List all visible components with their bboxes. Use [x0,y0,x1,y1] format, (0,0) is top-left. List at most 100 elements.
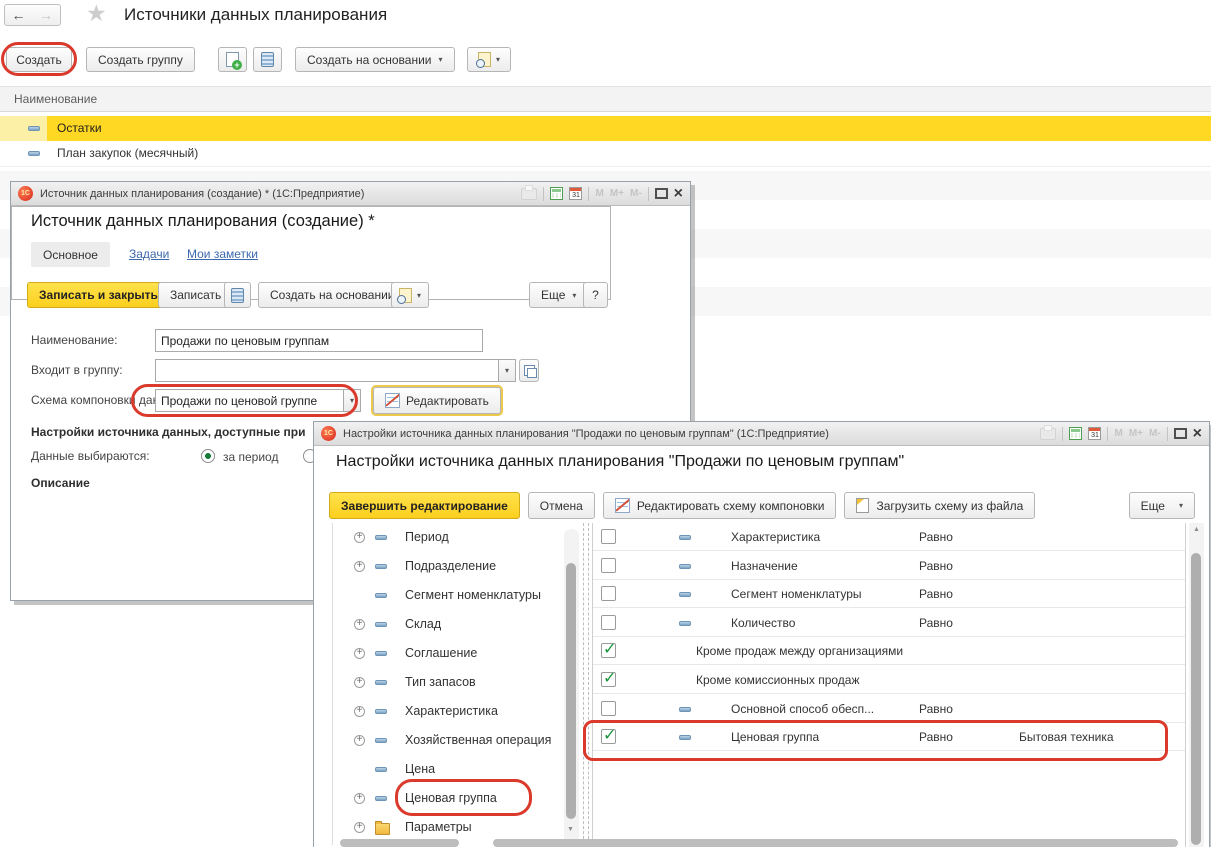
expand-icon[interactable]: + [354,706,365,717]
more-button[interactable]: Еще ▾ [1129,492,1195,519]
condition-row[interactable]: Сегмент номенклатуры Равно [593,580,1185,608]
expand-icon[interactable]: + [354,793,365,804]
group-dropdown-button[interactable]: ▾ [499,359,516,382]
checkbox-unchecked[interactable] [601,701,616,716]
tab-notes[interactable]: Мои заметки [187,247,258,261]
memory-m-plus-button[interactable]: M+ [610,188,624,199]
memory-m-minus-button[interactable]: M- [1149,428,1161,439]
print-icon[interactable] [1040,428,1056,440]
tree-vertical-scrollbar[interactable] [564,529,579,846]
copy-item-button[interactable] [218,47,247,72]
save-button[interactable]: Записать [158,282,233,308]
tree-item-label: Подразделение [405,559,496,573]
tree-item[interactable]: Сегмент номенклатуры [333,581,565,610]
condition-row[interactable]: Количество Равно [593,609,1185,637]
schema-input[interactable] [155,389,344,412]
scrollbar-thumb[interactable] [1191,553,1201,845]
create-based-on-button[interactable]: Создать на основании ▾ [295,47,455,72]
edit-schema-label: Редактировать [406,394,489,408]
tree-item[interactable]: +Соглашение [333,639,565,668]
memory-m-plus-button[interactable]: M+ [1129,428,1143,439]
radio-period[interactable] [201,449,215,463]
expand-icon[interactable]: + [354,619,365,630]
close-icon[interactable]: × [1193,427,1202,441]
checkbox-checked[interactable]: ✓ [601,729,616,744]
tree-item-parameters[interactable]: +Параметры [333,813,565,842]
condition-row[interactable]: ✓ Кроме продаж между организациями [593,637,1185,665]
checkbox-unchecked[interactable] [601,529,616,544]
print-icon[interactable] [521,188,537,200]
group-input[interactable] [155,359,499,382]
cancel-button[interactable]: Отмена [528,492,595,519]
memory-m-button[interactable]: M [1114,428,1122,439]
condition-row[interactable]: Основной способ обесп... Равно [593,695,1185,723]
checkbox-checked[interactable]: ✓ [601,643,616,658]
condition-row[interactable]: ✓ Кроме комиссионных продаж [593,666,1185,694]
dialog2-titlebar[interactable]: 1С Настройки источника данных планирован… [314,422,1209,446]
create-button[interactable]: Создать [6,47,72,72]
expand-icon[interactable]: + [354,822,365,833]
list-row-selected[interactable]: Остатки [0,116,1211,141]
reports-dropdown-button[interactable]: ▾ [467,47,511,72]
checkbox-unchecked[interactable] [601,558,616,573]
help-button[interactable]: ? [583,282,608,308]
reports-dropdown-button[interactable]: ▾ [391,282,429,308]
back-button[interactable]: ← [4,4,33,26]
conditions-horizontal-scrollbar[interactable] [493,839,1178,847]
tab-tasks[interactable]: Задачи [129,247,169,261]
checkbox-unchecked[interactable] [601,615,616,630]
tree-item[interactable]: +Хозяйственная операция [333,726,565,755]
scrollbar-thumb[interactable] [566,563,576,819]
scroll-up-icon[interactable]: ▲ [1193,526,1200,533]
schema-dropdown-button[interactable]: ▾ [344,389,361,412]
save-label: Записать [170,288,221,302]
scroll-down-icon[interactable]: ▼ [567,826,574,833]
checkbox-checked[interactable]: ✓ [601,672,616,687]
list-row[interactable]: План закупок (месячный) [0,141,1211,167]
load-schema-button[interactable]: Загрузить схему из файла [844,492,1035,519]
expand-icon[interactable]: + [354,561,365,572]
edit-composition-schema-button[interactable]: Редактировать схему компоновки [603,492,837,519]
memory-m-minus-button[interactable]: M- [630,188,642,199]
expand-icon[interactable]: + [354,735,365,746]
create-group-button[interactable]: Создать группу [86,47,195,72]
calendar-icon[interactable]: 31 [1088,427,1101,440]
expand-icon[interactable]: + [354,677,365,688]
tree-horizontal-scrollbar[interactable] [340,839,459,847]
checkbox-unchecked[interactable] [601,586,616,601]
name-input[interactable] [155,329,483,352]
condition-row[interactable]: Характеристика Равно [593,523,1185,551]
calendar-icon[interactable]: 31 [569,187,582,200]
maximize-icon[interactable] [1174,428,1187,439]
maximize-icon[interactable] [655,188,668,199]
tree-item[interactable]: Цена [333,755,565,784]
calculator-icon[interactable] [1069,427,1082,440]
more-button[interactable]: Еще ▾ [529,282,588,308]
tree-item[interactable]: +Характеристика [333,697,565,726]
condition-row-price-group[interactable]: ✓ Ценовая группа Равно Бытовая техника [593,723,1185,751]
expand-icon[interactable]: + [354,532,365,543]
panel-splitter[interactable] [583,523,589,847]
check-icon: ✓ [603,725,616,745]
forward-button[interactable]: → [32,4,61,26]
change-item-button[interactable] [224,282,251,308]
finish-editing-button[interactable]: Завершить редактирование [329,492,520,519]
condition-row[interactable]: Назначение Равно [593,552,1185,580]
tree-item[interactable]: + Подразделение [333,552,565,581]
tree-item[interactable]: +Тип запасов [333,668,565,697]
close-icon[interactable]: × [674,187,683,201]
save-and-close-button[interactable]: Записать и закрыть [27,282,170,308]
group-open-button[interactable] [519,359,539,382]
change-item-button[interactable] [253,47,282,72]
favorite-star-icon[interactable]: ★ [86,0,107,27]
list-header[interactable]: Наименование [0,86,1211,112]
calculator-icon[interactable] [550,187,563,200]
tree-item[interactable]: +Склад [333,610,565,639]
memory-m-button[interactable]: M [595,188,603,199]
tree-item[interactable]: +Период [333,523,565,552]
dialog1-titlebar[interactable]: 1С Источник данных планирования (создани… [11,182,690,206]
tree-item-price-group[interactable]: +Ценовая группа [333,784,565,813]
tab-main[interactable]: Основное [31,242,110,267]
edit-schema-button[interactable]: Редактировать [373,387,501,414]
expand-icon[interactable]: + [354,648,365,659]
